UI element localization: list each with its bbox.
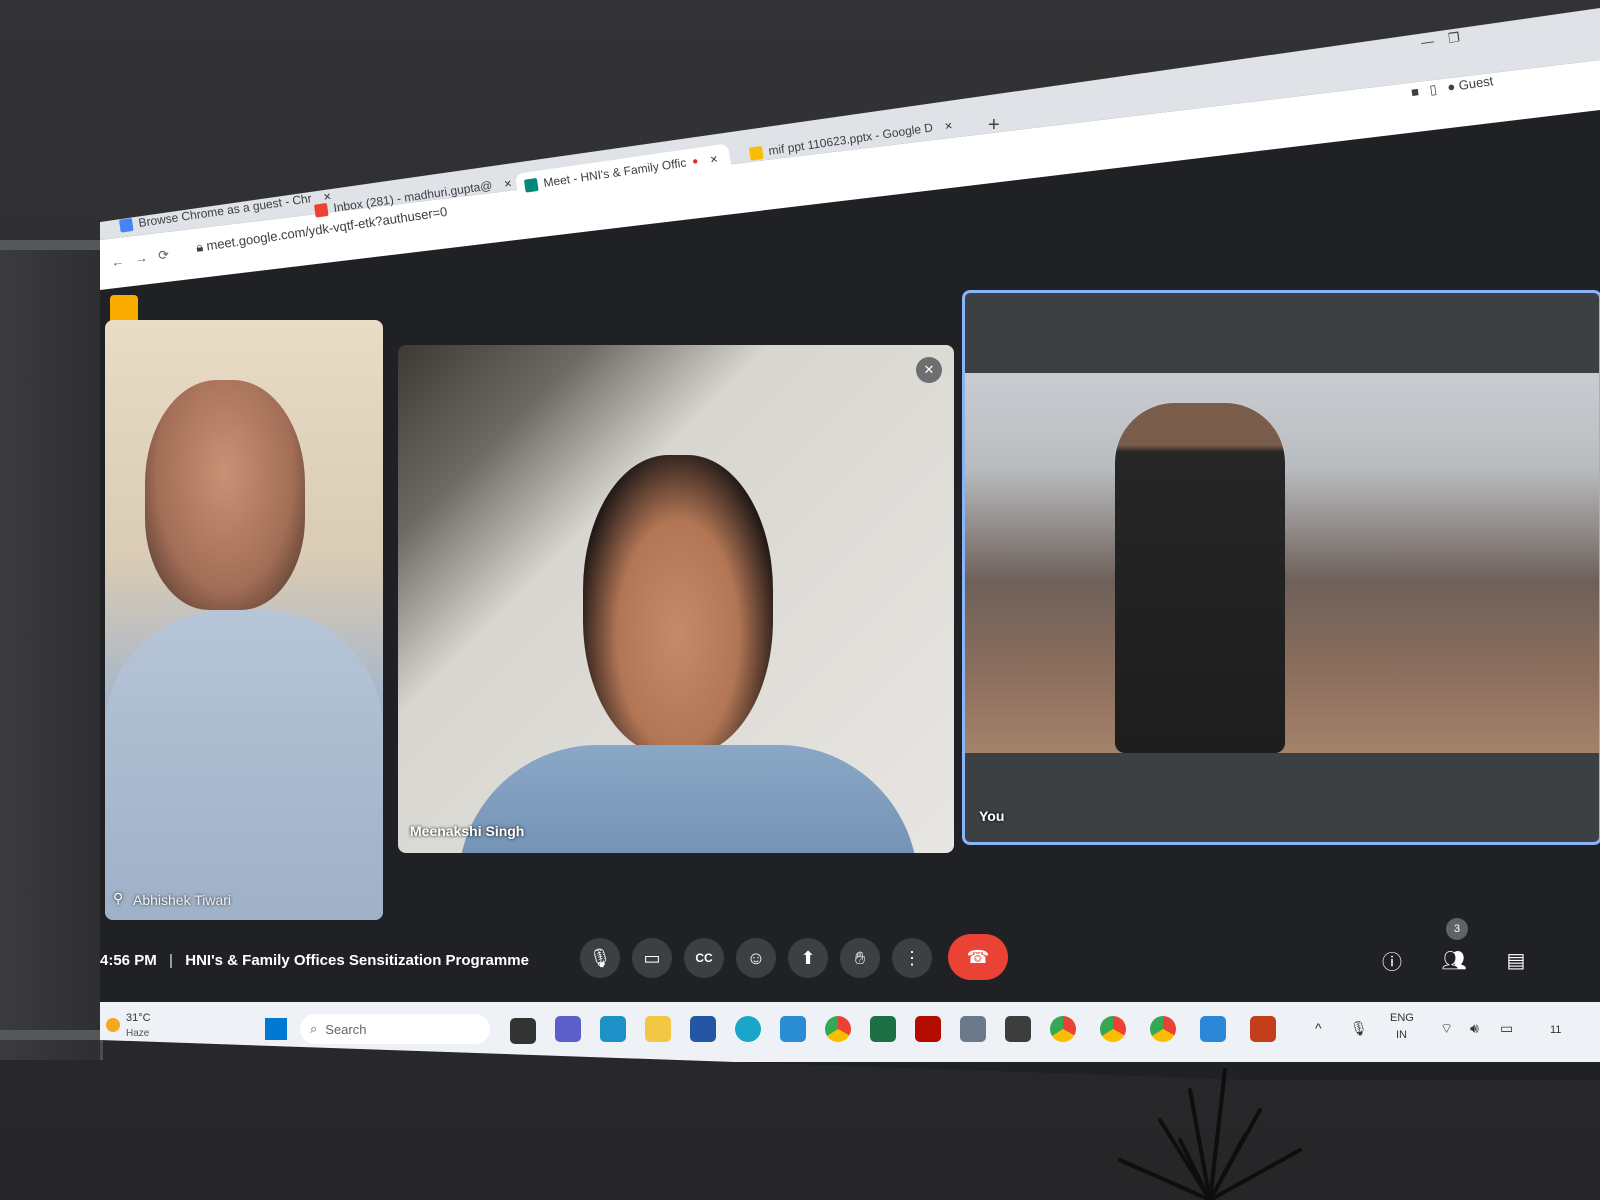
divider: | — [168, 952, 174, 969]
camera-button[interactable]: ▭ — [632, 938, 672, 978]
info-icon: ⓘ — [1382, 951, 1402, 974]
captions-icon: CC — [695, 951, 713, 965]
end-call-button[interactable]: ☎︎ — [948, 934, 1008, 980]
search-icon: ⌕ — [310, 1021, 318, 1036]
participant-video — [145, 380, 305, 610]
people-icon: 👥︎ — [1441, 949, 1467, 972]
store-icon[interactable] — [690, 1016, 716, 1042]
muted-mic-icon: ✕ — [916, 357, 942, 383]
chrome-guest-icon[interactable] — [1150, 1016, 1176, 1042]
reload-icon[interactable]: ⟳ — [157, 247, 170, 263]
participant-tile-abhishek[interactable]: Abhishek Tiwari ⚲ — [105, 320, 383, 920]
mail-icon[interactable] — [780, 1016, 806, 1042]
taskbar-search[interactable]: ⌕ Search — [300, 1014, 490, 1044]
people-count-badge: 3 — [1446, 918, 1468, 940]
participant-video — [583, 455, 773, 755]
participant-tile-you[interactable]: You — [962, 290, 1600, 845]
new-tab-button[interactable]: + — [980, 112, 1008, 138]
frame-cap-top — [0, 240, 104, 250]
volume-icon[interactable]: 🔊︎ — [1470, 1020, 1479, 1037]
meet-icon — [523, 177, 539, 193]
clock[interactable]: 11 — [1550, 1024, 1561, 1036]
battery-icon[interactable]: ▭ — [1500, 1020, 1513, 1037]
recording-dot-icon: ● — [691, 155, 699, 168]
chrome-profile-icon[interactable] — [1100, 1016, 1126, 1042]
participant-name: Meenakshi Singh — [410, 823, 525, 839]
pin-icon[interactable]: ⚲ — [113, 890, 123, 907]
raise-hand-button[interactable]: ✋︎ — [840, 938, 880, 978]
meeting-info: 4:56 PM | HNI's & Family Offices Sensiti… — [100, 952, 529, 969]
microphone-icon: 🎙︎ — [588, 947, 612, 968]
participant-shirt — [458, 745, 918, 853]
close-tab-icon[interactable]: × — [709, 151, 719, 167]
desktop-icon[interactable] — [600, 1016, 626, 1042]
task-view-icon[interactable] — [510, 1018, 536, 1044]
more-options-button[interactable]: ⋮ — [892, 938, 932, 978]
excel-icon[interactable] — [870, 1016, 896, 1042]
plant-silhouette — [1118, 1068, 1302, 1200]
photos-icon[interactable] — [1200, 1016, 1226, 1042]
present-button[interactable]: ⬆ — [788, 938, 828, 978]
microphone-button[interactable]: 🎙︎ — [580, 938, 620, 978]
calculator-icon[interactable] — [960, 1016, 986, 1042]
mic-tray-icon: 🎙︎ — [1350, 1020, 1368, 1036]
people-button[interactable]: 👥︎ 3 — [1434, 918, 1474, 980]
acrobat-icon[interactable] — [915, 1016, 941, 1042]
screen-frame — [0, 240, 104, 1060]
lang-top[interactable]: ENG — [1390, 1012, 1414, 1024]
reactions-button[interactable]: ☺ — [736, 938, 776, 978]
tray-chevron-icon[interactable]: ^ — [1315, 1020, 1322, 1036]
back-icon[interactable]: ← — [110, 253, 125, 270]
meeting-title: HNI's & Family Offices Sensitization Pro… — [185, 952, 529, 969]
lock-icon: 🔒︎ — [195, 239, 204, 255]
hand-icon: ✋︎ — [854, 947, 866, 968]
weather-desc: Haze — [126, 1028, 150, 1039]
captions-button[interactable]: CC — [684, 938, 724, 978]
new-tab-icon: + — [988, 113, 1000, 136]
present-icon: ⬆ — [800, 947, 816, 968]
chrome-profile-icon[interactable] — [1050, 1016, 1076, 1042]
chat-icon: ▤ — [1506, 949, 1526, 972]
edge-icon[interactable] — [735, 1016, 761, 1042]
participant-name: Abhishek Tiwari — [133, 892, 232, 908]
profile-avatar-icon: ● — [1446, 78, 1457, 95]
sidebar-icon[interactable]: ▯ — [1429, 81, 1438, 97]
participant-name: You — [979, 808, 1005, 824]
frame-cap-bottom — [0, 1030, 104, 1040]
chrome-icon[interactable] — [825, 1016, 851, 1042]
minimize-icon[interactable]: — — [1420, 33, 1435, 50]
powerpoint-icon[interactable] — [1250, 1016, 1276, 1042]
meeting-details-button[interactable]: ⓘ — [1372, 940, 1412, 980]
search-placeholder: Search — [325, 1021, 367, 1037]
forward-icon[interactable]: → — [134, 250, 149, 267]
end-call-icon: ☎︎ — [966, 946, 990, 967]
wifi-icon[interactable]: ⌔ — [1440, 1020, 1453, 1038]
camera-indicator-icon: ■ — [1410, 83, 1420, 100]
restore-icon[interactable]: ❐ — [1447, 29, 1461, 46]
more-vert-icon: ⋮ — [903, 947, 921, 968]
participant-tile-meenakshi[interactable]: Meenakshi Singh ✕ — [398, 345, 954, 853]
file-explorer-icon[interactable] — [645, 1016, 671, 1042]
weather-icon — [106, 1018, 120, 1032]
start-icon[interactable] — [265, 1018, 287, 1040]
lang-bottom[interactable]: IN — [1396, 1029, 1407, 1041]
gmail-icon — [313, 202, 329, 218]
participant-shirt — [105, 610, 383, 920]
close-tab-icon[interactable]: × — [944, 117, 954, 133]
meeting-time: 4:56 PM — [100, 952, 157, 969]
teams-icon[interactable] — [555, 1016, 581, 1042]
drive-icon — [748, 145, 764, 161]
camera-icon: ▭ — [643, 947, 661, 968]
sticky-notes-icon[interactable] — [1005, 1016, 1031, 1042]
google-icon — [118, 217, 134, 233]
emoji-icon: ☺ — [746, 947, 766, 968]
weather-temp: 31°C — [126, 1012, 151, 1024]
presenter-figure — [1115, 403, 1285, 753]
chat-button[interactable]: ▤ — [1496, 940, 1536, 980]
